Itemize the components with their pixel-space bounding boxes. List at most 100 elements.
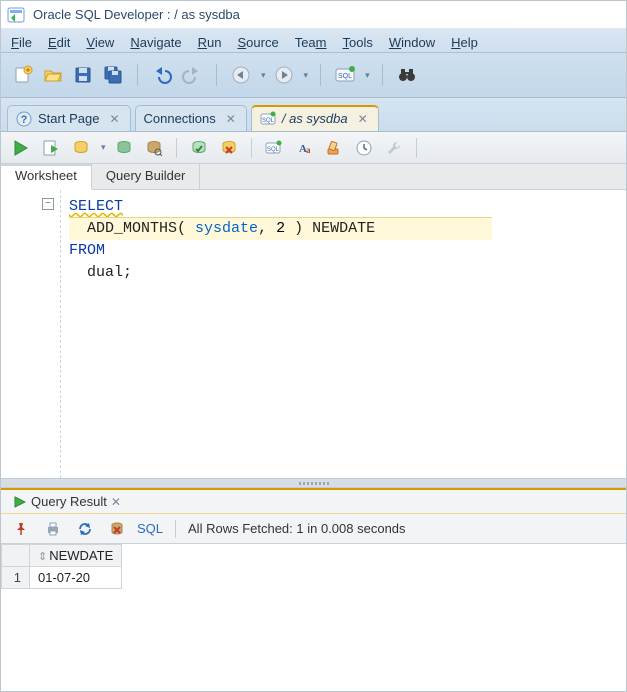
toolbar-separator (137, 64, 138, 86)
splitter-handle[interactable] (1, 478, 626, 488)
svg-text:SQL: SQL (338, 73, 352, 80)
to-upper-lower-button[interactable]: Aa (292, 136, 316, 160)
toolbar-separator (382, 64, 383, 86)
tab-query-builder[interactable]: Query Builder (92, 164, 200, 189)
toolbar-separator (216, 64, 217, 86)
sql-history-button[interactable] (352, 136, 376, 160)
save-button[interactable] (71, 63, 95, 87)
forward-button[interactable] (272, 63, 296, 87)
result-status: All Rows Fetched: 1 in 0.008 seconds (188, 521, 406, 536)
close-icon[interactable]: ✕ (226, 112, 236, 126)
unshared-sql-button[interactable]: SQL (262, 136, 286, 160)
redo-button[interactable] (180, 63, 204, 87)
sql-worksheet-button[interactable]: SQL (333, 63, 357, 87)
autotrace-button[interactable] (112, 136, 136, 160)
toolbar-separator (175, 520, 176, 538)
editor-toolbar: ▾ SQL Aa (1, 132, 626, 164)
code-identifier: sysdate (195, 220, 258, 237)
close-icon[interactable]: ✕ (358, 112, 368, 126)
commit-button[interactable] (187, 136, 211, 160)
column-header-newdate[interactable]: ⇕NEWDATE (30, 545, 122, 567)
rollback-button[interactable] (217, 136, 241, 160)
sort-icon: ⇕ (38, 551, 47, 563)
svg-text:a: a (306, 145, 311, 155)
result-toolbar: SQL All Rows Fetched: 1 in 0.008 seconds (1, 514, 626, 544)
svg-text:?: ? (21, 114, 28, 126)
explain-plan-button[interactable] (69, 136, 93, 160)
app-icon (7, 6, 25, 24)
code-keyword: FROM (69, 242, 105, 259)
code-func: ADD_MONTHS (87, 220, 177, 237)
code-content[interactable]: SELECT ADD_MONTHS( sysdate, 2 ) NEWDATE … (61, 190, 626, 478)
toolbar-separator (320, 64, 321, 86)
wrench-icon[interactable] (382, 136, 406, 160)
column-label: NEWDATE (49, 548, 113, 563)
code-alias: NEWDATE (303, 220, 375, 237)
menu-edit[interactable]: Edit (48, 35, 70, 50)
close-icon[interactable]: ✕ (111, 495, 121, 509)
save-all-button[interactable] (101, 63, 125, 87)
rownum-header (2, 545, 30, 567)
doctab-sysdba[interactable]: SQL / as sysdba ✕ (251, 105, 379, 131)
run-button[interactable] (9, 136, 33, 160)
undo-button[interactable] (150, 63, 174, 87)
tab-worksheet[interactable]: Worksheet (1, 164, 92, 190)
close-icon[interactable]: ✕ (109, 112, 119, 126)
doctab-label: Start Page (38, 111, 99, 126)
cell-newdate[interactable]: 01-07-20 (30, 567, 122, 589)
menu-help[interactable]: Help (451, 35, 478, 50)
code-number: 2 (276, 220, 285, 237)
chevron-down-icon[interactable]: ▾ (365, 70, 370, 81)
main-toolbar: ▾ ▾ SQL ▾ (1, 53, 626, 98)
play-icon (13, 495, 27, 509)
clear-button[interactable] (322, 136, 346, 160)
menu-team[interactable]: Team (295, 35, 327, 50)
doctab-start-page[interactable]: ? Start Page ✕ (7, 105, 131, 131)
sql-link[interactable]: SQL (137, 521, 163, 536)
menu-run[interactable]: Run (198, 35, 222, 50)
code-editor[interactable]: − SELECT ADD_MONTHS( sysdate, 2 ) NEWDAT… (1, 190, 626, 478)
result-tab-label: Query Result (31, 494, 107, 509)
chevron-down-icon[interactable]: ▾ (101, 142, 106, 153)
document-tabs: ? Start Page ✕ Connections ✕ SQL / as sy… (1, 98, 626, 132)
doctab-label: / as sysdba (282, 111, 348, 126)
refresh-icon[interactable] (73, 517, 97, 541)
print-icon[interactable] (41, 517, 65, 541)
sql-tuning-button[interactable] (142, 136, 166, 160)
editor-gutter: − (1, 190, 61, 478)
result-grid[interactable]: ⇕NEWDATE 1 01-07-20 (1, 544, 122, 589)
rownum-cell: 1 (2, 567, 30, 589)
tab-query-result[interactable]: Query Result ✕ (5, 492, 129, 511)
pin-icon[interactable] (9, 517, 33, 541)
menu-source[interactable]: Source (238, 35, 279, 50)
binoculars-icon[interactable] (395, 63, 419, 87)
chevron-down-icon[interactable]: ▾ (304, 70, 309, 81)
menu-file[interactable]: File (11, 35, 32, 50)
toolbar-separator (176, 138, 177, 158)
doctab-connections[interactable]: Connections ✕ (135, 105, 247, 131)
delete-icon[interactable] (105, 517, 129, 541)
back-button[interactable] (229, 63, 253, 87)
sql-file-icon: SQL (260, 111, 276, 127)
worksheet-tabs: Worksheet Query Builder (1, 164, 626, 190)
chevron-down-icon[interactable]: ▾ (261, 70, 266, 81)
new-button[interactable] (11, 63, 35, 87)
menu-view[interactable]: View (86, 35, 114, 50)
doctab-label: Connections (144, 111, 216, 126)
table-row[interactable]: 1 01-07-20 (2, 567, 122, 589)
menu-navigate[interactable]: Navigate (130, 35, 181, 50)
titlebar: Oracle SQL Developer : / as sysdba (1, 1, 626, 29)
code-text: dual; (69, 264, 132, 281)
menu-window[interactable]: Window (389, 35, 435, 50)
fold-minus-icon[interactable]: − (42, 198, 54, 210)
toolbar-separator (416, 138, 417, 158)
open-button[interactable] (41, 63, 65, 87)
window-title: Oracle SQL Developer : / as sysdba (33, 7, 240, 22)
result-tabstrip: Query Result ✕ (1, 488, 626, 514)
run-script-button[interactable] (39, 136, 63, 160)
toolbar-separator (251, 138, 252, 158)
svg-text:SQL: SQL (262, 118, 275, 124)
menu-bar: File Edit View Navigate Run Source Team … (1, 29, 626, 53)
menu-tools[interactable]: Tools (343, 35, 373, 50)
svg-text:SQL: SQL (267, 147, 280, 153)
